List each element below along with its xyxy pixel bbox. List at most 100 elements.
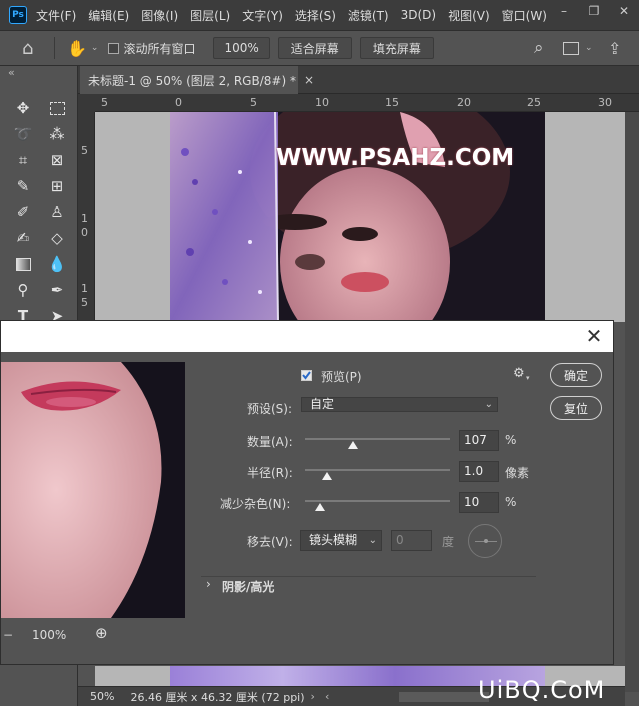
menu-filter[interactable]: 滤镜(T) xyxy=(348,7,389,24)
chevron-down-icon: ⌄ xyxy=(368,535,377,546)
frame-tool-icon[interactable]: ⊠ xyxy=(46,149,68,171)
reduce-noise-input[interactable]: 10 xyxy=(459,492,499,513)
menu-image[interactable]: 图像(I) xyxy=(141,7,178,24)
radius-input[interactable]: 1.0 xyxy=(459,461,499,482)
section-divider xyxy=(201,576,536,577)
chevron-right-icon[interactable]: › xyxy=(311,690,315,703)
amount-slider-track[interactable] xyxy=(305,438,450,440)
share-icon[interactable]: ⇪ xyxy=(608,39,621,58)
canvas-watermark-text: WWW.PSAHZ.COM xyxy=(276,145,515,171)
menu-edit[interactable]: 编辑(E) xyxy=(88,7,129,24)
preview-checkbox[interactable] xyxy=(301,370,312,381)
dodge-tool-icon[interactable]: ⚲ xyxy=(12,279,34,301)
chevron-left-icon[interactable]: ‹ xyxy=(325,690,329,703)
angle-dial-center xyxy=(484,539,488,543)
menu-select[interactable]: 选择(S) xyxy=(295,7,336,24)
radius-slider-track[interactable] xyxy=(305,469,450,471)
history-brush-tool-icon[interactable]: ✍ xyxy=(12,227,34,249)
filter-preview[interactable] xyxy=(1,362,185,618)
menu-file[interactable]: 文件(F) xyxy=(36,7,76,24)
marquee-tool-icon[interactable] xyxy=(46,97,68,119)
move-tool-icon[interactable]: ✥ xyxy=(12,97,34,119)
magic-wand-tool-icon[interactable]: ⁂ xyxy=(46,123,68,145)
horizontal-ruler[interactable]: 5 0 5 10 15 20 25 30 xyxy=(95,94,639,112)
scroll-all-windows-checkbox[interactable] xyxy=(108,42,120,54)
ok-button[interactable]: 确定 xyxy=(550,363,602,387)
fit-screen-button[interactable]: 适合屏幕 xyxy=(277,37,352,59)
angle-unit: 度 xyxy=(442,535,455,549)
close-tab-icon[interactable]: × xyxy=(304,73,314,87)
menu-window[interactable]: 窗口(W) xyxy=(502,7,547,24)
reset-button[interactable]: 复位 xyxy=(550,396,602,420)
zoom-out-icon[interactable]: − xyxy=(3,628,13,642)
horizontal-scrollbar-thumb[interactable] xyxy=(399,691,490,702)
menu-view[interactable]: 视图(V) xyxy=(448,7,490,24)
gear-icon[interactable]: ⚙ xyxy=(513,366,525,381)
ruler-label: 25 xyxy=(527,96,541,109)
zoom-value-button[interactable]: 100% xyxy=(213,37,270,59)
radius-label: 半径(R): xyxy=(247,466,293,480)
minimize-button[interactable]: – xyxy=(549,0,579,22)
window-controls: – ❐ ✕ xyxy=(549,0,639,30)
chevron-down-icon[interactable]: ▾ xyxy=(526,374,530,382)
radius-slider-thumb[interactable] xyxy=(321,472,332,480)
chevron-down-icon: ⌄ xyxy=(484,399,493,410)
chevron-down-icon[interactable]: ⌄ xyxy=(585,43,593,53)
menu-type[interactable]: 文字(Y) xyxy=(242,7,283,24)
amount-input[interactable]: 107 xyxy=(459,430,499,451)
home-icon[interactable]: ⌂ xyxy=(22,38,42,59)
preview-image xyxy=(1,362,185,618)
eyedropper-tool-icon[interactable]: ✎ xyxy=(12,175,34,197)
preview-zoom-level: 100% xyxy=(32,628,67,642)
menu-3d[interactable]: 3D(D) xyxy=(401,8,436,22)
ruler-label: 20 xyxy=(457,96,471,109)
options-bar: ⌂ ✋ ⌄ 滚动所有窗口 100% 适合屏幕 填充屏幕 ⌕ ⌄ ⇪ xyxy=(0,30,639,66)
remove-dropdown[interactable]: 镜头模糊 ⌄ xyxy=(300,530,382,551)
chevron-down-icon[interactable]: ⌄ xyxy=(91,43,99,53)
ruler-label: 10 xyxy=(315,96,329,109)
reduce-noise-label: 减少杂色(N): xyxy=(220,497,291,511)
shadows-highlights-section[interactable]: 阴影/高光 xyxy=(222,578,274,595)
close-icon[interactable]: ✕ xyxy=(583,325,605,347)
lasso-tool-icon[interactable]: ➰ xyxy=(12,123,34,145)
spot-healing-tool-icon[interactable]: ⊞ xyxy=(46,175,68,197)
close-window-button[interactable]: ✕ xyxy=(609,0,639,22)
eraser-tool-icon[interactable]: ◇ xyxy=(46,227,68,249)
vertical-scrollbar[interactable] xyxy=(625,112,639,692)
preset-dropdown[interactable]: 自定 ⌄ xyxy=(301,397,498,412)
reduce-noise-unit: % xyxy=(505,495,517,509)
ruler-label: 0 xyxy=(81,226,88,239)
photoshop-logo: Ps xyxy=(9,6,27,24)
reduce-noise-slider-thumb[interactable] xyxy=(314,503,325,511)
reduce-noise-slider-track[interactable] xyxy=(305,500,450,502)
preset-value: 自定 xyxy=(310,397,335,411)
angle-dial[interactable] xyxy=(468,524,502,558)
blur-tool-icon[interactable]: 💧 xyxy=(46,253,68,275)
document-image[interactable]: WWW.PSAHZ.COM xyxy=(170,112,545,322)
document-tab-title: 未标题-1 @ 50% (图层 2, RGB/8#) * xyxy=(88,73,296,88)
menu-layer[interactable]: 图层(L) xyxy=(190,7,230,24)
fill-screen-button[interactable]: 填充屏幕 xyxy=(359,37,434,59)
search-icon[interactable]: ⌕ xyxy=(534,38,544,58)
canvas-area[interactable]: WWW.PSAHZ.COM xyxy=(95,112,625,322)
collapse-panel-icon[interactable]: « xyxy=(8,66,15,79)
ruler-label: 30 xyxy=(598,96,612,109)
zoom-in-icon[interactable]: ⊕ xyxy=(95,624,108,642)
pen-tool-icon[interactable]: ✒ xyxy=(46,279,68,301)
hand-tool-icon[interactable]: ✋ xyxy=(67,39,87,58)
vertical-ruler[interactable]: 5 1 0 1 5 xyxy=(78,112,95,322)
amount-slider-thumb[interactable] xyxy=(347,441,358,449)
workspace-icon[interactable] xyxy=(563,42,579,55)
gradient-tool-icon[interactable] xyxy=(12,253,34,275)
amount-unit: % xyxy=(505,433,517,447)
clone-stamp-tool-icon[interactable]: ♙ xyxy=(46,201,68,223)
document-tab[interactable]: 未标题-1 @ 50% (图层 2, RGB/8#) * × xyxy=(80,66,314,94)
chevron-right-icon[interactable]: › xyxy=(206,577,211,591)
restore-button[interactable]: ❐ xyxy=(579,0,609,22)
angle-input[interactable]: 0 xyxy=(391,530,432,551)
dialog-title-bar[interactable]: ✕ xyxy=(1,321,613,352)
brush-tool-icon[interactable]: ✐ xyxy=(12,201,34,223)
status-zoom[interactable]: 50% xyxy=(90,690,114,703)
crop-tool-icon[interactable]: ⌗ xyxy=(12,149,34,171)
radius-unit: 像素 xyxy=(505,466,530,480)
